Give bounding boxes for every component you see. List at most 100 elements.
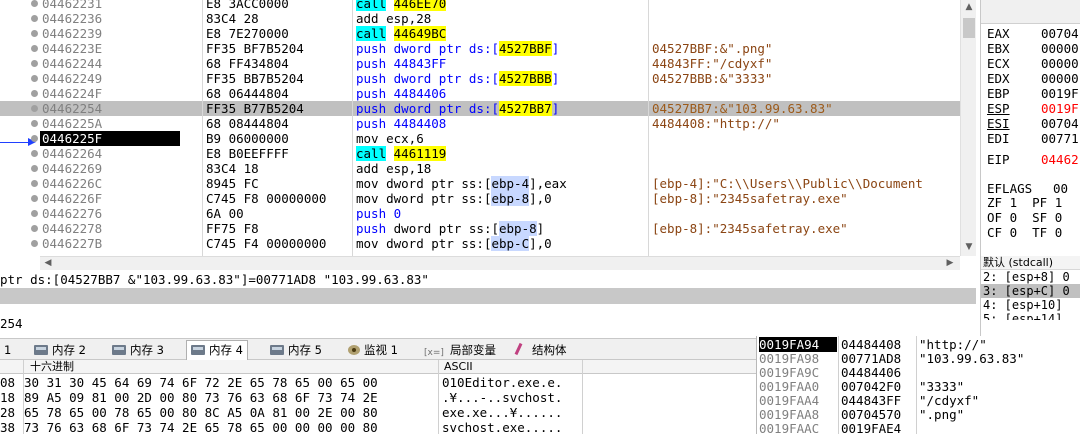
stack-address[interactable]: 0019FAA8 (759, 407, 837, 422)
register-eip[interactable]: EIP 04462 (987, 152, 1079, 167)
instruction-text[interactable]: push 44843FF (356, 56, 646, 71)
operand-memory[interactable]: 4527BB7 (499, 101, 552, 116)
instruction-address[interactable]: 0446226F (40, 191, 180, 206)
register-edi[interactable]: EDI 00771 (987, 131, 1079, 146)
disasm-row[interactable]: 04462278 FF75 F8 push dword ptr ss:[ebp-8]… (0, 221, 960, 236)
breakpoint-dot-icon[interactable] (31, 75, 38, 82)
stack-row[interactable]: 0019FA94 04484408 "http://" (757, 337, 1080, 352)
instruction-text[interactable]: call 44649BC (356, 26, 646, 41)
breakpoint-dot-icon[interactable] (31, 135, 38, 142)
stack-row[interactable]: 0019FAAC 0019FAE4 (757, 421, 1080, 434)
instruction-text[interactable]: push 0 (356, 206, 646, 221)
breakpoint-dot-icon[interactable] (31, 180, 38, 187)
instruction-address[interactable]: 0446225F (40, 131, 180, 146)
instruction-text[interactable]: push dword ptr ss:[ebp-8] (356, 221, 646, 236)
dump-ascii[interactable]: svchost.exe..... (442, 420, 582, 434)
stack-pane[interactable]: 0019FA94 04484408 "http://" 0019FA98 00771AD… (756, 336, 1080, 434)
breakpoint-dot-icon[interactable] (31, 90, 38, 97)
disasm-vertical-scrollbar[interactable]: ▲ ▼ (960, 0, 976, 256)
breakpoint-dot-icon[interactable] (31, 225, 38, 232)
register-ebp[interactable]: EBP 0019F (987, 86, 1079, 101)
instruction-address[interactable]: 0446227B (40, 236, 180, 251)
instruction-text[interactable]: mov ecx,6 (356, 131, 646, 146)
stack-value[interactable]: 0019FAE4 (841, 421, 913, 434)
dump-hex-bytes[interactable]: 65 78 65 00 78 65 00 80 8C A5 0A 81 00 2… (24, 405, 438, 420)
tab-watch-1[interactable]: 监视 1 (344, 341, 402, 359)
breakpoint-dot-icon[interactable] (31, 150, 38, 157)
register-eflags[interactable]: EFLAGS 00 (987, 181, 1068, 196)
tab-memory-3[interactable]: 内存 3 (108, 341, 168, 359)
instruction-address[interactable]: 04462236 (40, 11, 180, 26)
instruction-text[interactable]: mov dword ptr ss:[ebp-4],eax (356, 176, 646, 191)
operand[interactable]: 4484406 (394, 86, 447, 101)
breakpoint-dot-icon[interactable] (31, 45, 38, 52)
dump-hex-bytes[interactable]: 73 76 63 68 6F 73 74 2E 65 78 65 00 00 0… (24, 420, 438, 434)
stack-value[interactable]: 044843FF (841, 393, 913, 408)
instruction-address[interactable]: 0446225A (40, 116, 180, 131)
dump-ascii[interactable]: 010Editor.exe.e. (442, 375, 582, 390)
dump-row[interactable]: 38 73 76 63 68 6F 73 74 2E 65 78 65 00 00… (0, 420, 756, 434)
register-esp[interactable]: ESP 0019F (987, 101, 1079, 116)
call-arg-line[interactable]: 3: [esp+C] 0 (981, 284, 1080, 298)
operand[interactable]: 446EE70 (393, 0, 447, 11)
disasm-row[interactable]: 04462236 83C4 28 add esp,28 (0, 11, 960, 26)
flags-line[interactable]: CF 0 TF 0 (987, 225, 1062, 240)
instruction-text[interactable]: push dword ptr ds:[4527BBF] (356, 41, 646, 56)
call-args-pane[interactable]: 默认 (stdcall) 2: [esp+8] 0 3: [esp+C] 0 4… (980, 256, 1080, 336)
breakpoint-dot-icon[interactable] (31, 240, 38, 247)
operand[interactable]: 0 (394, 206, 402, 221)
operand-memory[interactable]: 4527BBB (499, 71, 552, 86)
stack-row[interactable]: 0019FA98 00771AD8 "103.99.63.83" (757, 351, 1080, 366)
tab-memory-4[interactable]: 内存 4 (186, 340, 248, 360)
register-eax[interactable]: EAX 00704 (987, 26, 1079, 41)
scroll-thumb[interactable] (963, 18, 975, 38)
disasm-row[interactable]: 04462239 E8 7E270000 call 44649BC (0, 26, 960, 41)
instruction-address[interactable]: 0446226C (40, 176, 180, 191)
instruction-address[interactable]: 04462239 (40, 26, 180, 41)
instruction-address[interactable]: 04462278 (40, 221, 180, 236)
stack-value[interactable]: 04484406 (841, 365, 913, 380)
disasm-row[interactable]: 04462264 E8 B0EEFFFF call 4461119 (0, 146, 960, 161)
operand[interactable]: 44649BC (393, 26, 447, 41)
operand-memory[interactable]: ebp-C (491, 236, 530, 251)
instruction-text[interactable]: call 446EE70 (356, 0, 646, 11)
instruction-text[interactable]: push dword ptr ds:[4527BBB] (356, 71, 646, 86)
breakpoint-dot-icon[interactable] (31, 165, 38, 172)
instruction-address[interactable]: 04462244 (40, 56, 180, 71)
instruction-text[interactable]: mov dword ptr ss:[ebp-C],0 (356, 236, 646, 251)
operand[interactable]: esp,18 (386, 161, 431, 176)
instruction-address[interactable]: 04462264 (40, 146, 180, 161)
breakpoint-dot-icon[interactable] (31, 120, 38, 127)
flags-line[interactable]: OF 0 SF 0 (987, 210, 1062, 225)
dump-address[interactable]: 38 (0, 420, 22, 434)
instruction-address[interactable]: 0446224F (40, 86, 180, 101)
register-ecx[interactable]: ECX 00000 (987, 56, 1079, 71)
instruction-address[interactable]: 04462249 (40, 71, 180, 86)
register-ebx[interactable]: EBX 00000 (987, 41, 1079, 56)
register-edx[interactable]: EDX 00000 (987, 71, 1079, 86)
scroll-up-icon[interactable]: ▲ (961, 2, 976, 12)
breakpoint-dot-icon[interactable] (31, 15, 38, 22)
stack-address[interactable]: 0019FA98 (759, 351, 837, 366)
disasm-row[interactable]: 04462269 83C4 18 add esp,18 (0, 161, 960, 176)
breakpoint-dot-icon[interactable] (31, 105, 38, 112)
stack-address[interactable]: 0019FAA4 (759, 393, 837, 408)
call-arg-line[interactable]: 4: [esp+10] (981, 298, 1080, 312)
calling-convention-label[interactable]: 默认 (stdcall) (981, 256, 1080, 270)
stack-row[interactable]: 0019FAA4 044843FF "/cdyxf" (757, 393, 1080, 408)
tab-struct[interactable]: 结构体 (510, 341, 571, 359)
scroll-left-icon[interactable]: ◀ (40, 258, 56, 268)
breakpoint-dot-icon[interactable] (31, 30, 38, 37)
stack-row[interactable]: 0019FA9C 04484406 (757, 365, 1080, 380)
disasm-horizontal-scrollbar[interactable]: ◀ ▶ (40, 256, 960, 270)
disasm-row[interactable]: 0446224F 68 06444804 push 4484406 (0, 86, 960, 101)
stack-address[interactable]: 0019FA9C (759, 365, 837, 380)
stack-row[interactable]: 0019FAA0 007042F0 "3333" (757, 379, 1080, 394)
scroll-down-icon[interactable]: ▼ (961, 242, 976, 252)
breakpoint-dot-icon[interactable] (31, 60, 38, 67)
operand-memory[interactable]: ebp-4 (491, 176, 530, 191)
operand[interactable]: ecx,6 (386, 131, 424, 146)
dump-row[interactable]: 18 89 A5 09 81 00 2D 00 80 73 76 63 68 6F… (0, 390, 756, 405)
operand[interactable]: esp,28 (386, 11, 431, 26)
memory-dump-pane[interactable]: 十六进制 ASCII 08 30 31 30 45 64 69 74 6F 72 … (0, 360, 756, 434)
